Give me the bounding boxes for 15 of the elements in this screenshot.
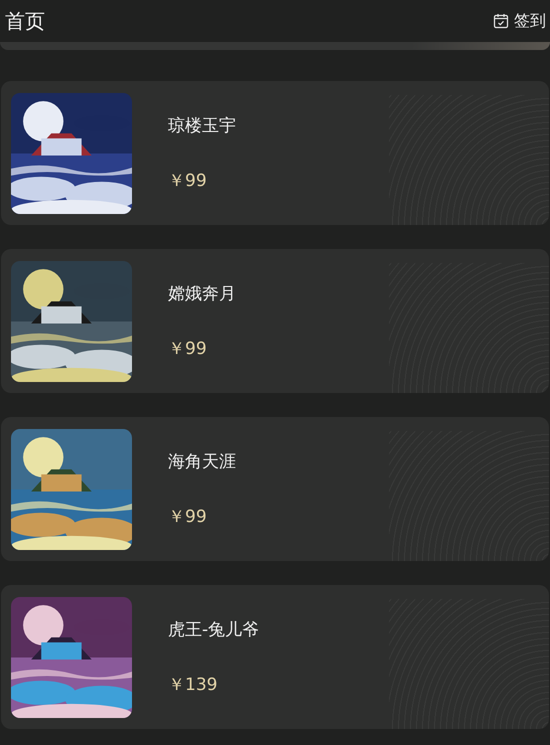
product-name: 琼楼玉宇	[168, 115, 236, 137]
product-name: 虎王-兔儿爷	[168, 619, 260, 641]
product-card[interactable]: 嫦娥奔月 ￥99	[1, 249, 549, 393]
product-card[interactable]: 海角天涯 ￥99	[1, 417, 549, 561]
check-in-button[interactable]: 签到	[493, 10, 546, 32]
product-name: 嫦娥奔月	[168, 283, 236, 305]
product-price: ￥99	[168, 170, 208, 192]
product-price: ￥99	[168, 506, 208, 528]
page-title: 首页	[5, 8, 45, 34]
product-card[interactable]: 虎王-兔儿爷 ￥139	[1, 585, 549, 729]
product-name: 海角天涯	[168, 451, 236, 473]
calendar-check-icon	[493, 13, 509, 29]
product-price: ￥139	[168, 674, 218, 696]
product-price: ￥99	[168, 338, 208, 360]
product-card[interactable]: 琼楼玉宇 ￥99	[1, 81, 549, 225]
